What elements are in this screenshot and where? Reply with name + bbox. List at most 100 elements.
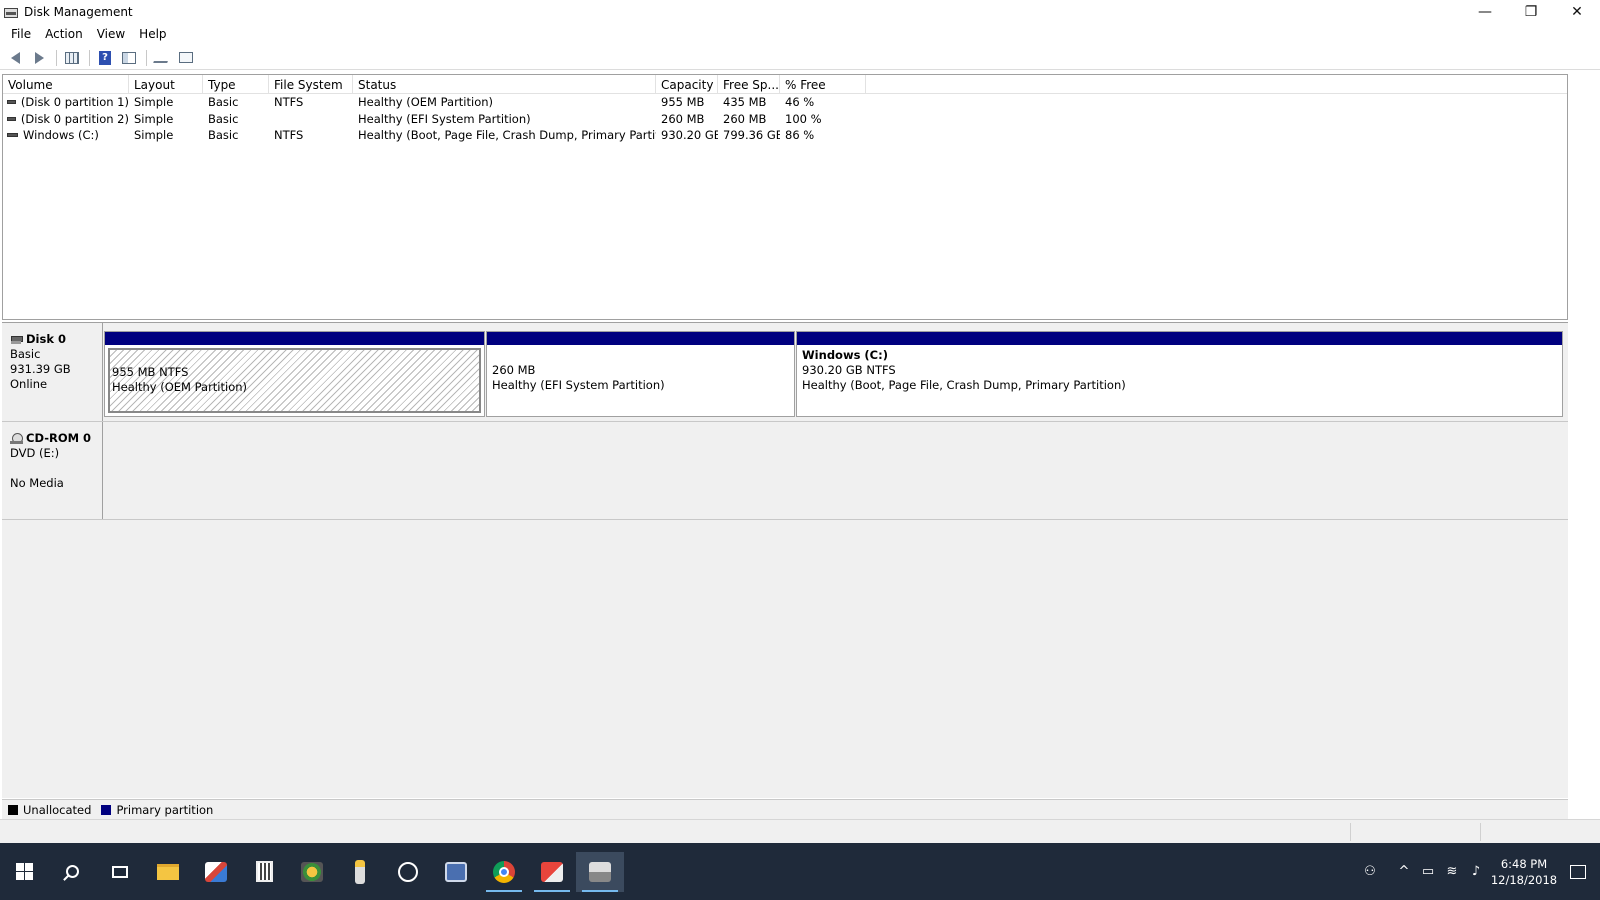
app-button[interactable] — [432, 852, 480, 892]
column-header-layout[interactable]: Layout — [129, 75, 203, 94]
restore-button[interactable]: ❐ — [1508, 0, 1554, 24]
help-button[interactable]: ? — [94, 48, 116, 68]
paint-button[interactable] — [192, 852, 240, 892]
partition-status: Healthy (Boot, Page File, Crash Dump, Pr… — [802, 378, 1126, 392]
column-header-percent-free[interactable]: % Free — [780, 75, 866, 94]
volume-name: (Disk 0 partition 1) — [20, 95, 129, 110]
layout-cell: Simple — [134, 128, 174, 143]
toolbar-separator — [146, 49, 147, 66]
wifi-icon[interactable]: ≋ — [1440, 852, 1464, 892]
legend: Unallocated Primary partition — [2, 799, 1568, 819]
search-button[interactable] — [48, 852, 96, 892]
cdrom-0-row: CD-ROM 0 DVD (E:) No Media — [2, 422, 1568, 520]
cd-rom-icon — [10, 432, 24, 445]
task-view-icon — [112, 865, 128, 878]
forward-button[interactable] — [28, 48, 50, 68]
disk-list-icon — [65, 51, 79, 64]
window-controls: — ❐ ✕ — [1462, 0, 1600, 24]
percent-free-cell: 86 % — [785, 128, 815, 143]
disk-list-button[interactable] — [61, 48, 83, 68]
capacity-cell: 260 MB — [661, 111, 705, 126]
running-indicator — [534, 889, 570, 892]
partition-title: Windows (C:) — [802, 348, 888, 362]
menu-help[interactable]: Help — [132, 27, 173, 41]
clock-time: 6:48 PM — [1500, 856, 1548, 871]
connect-icon — [153, 52, 171, 63]
table-row[interactable]: (Disk 0 partition 2) Simple Basic Health… — [3, 111, 1567, 128]
disk-0-label[interactable]: Disk 0 Basic 931.39 GB Online — [2, 323, 103, 421]
disk-size — [10, 461, 102, 476]
file-explorer-button[interactable] — [144, 852, 192, 892]
percent-free-cell: 100 % — [785, 111, 822, 126]
menu-file[interactable]: File — [4, 27, 38, 41]
column-header-free-space[interactable]: Free Sp... — [718, 75, 780, 94]
app-icon — [445, 861, 467, 882]
disk-name: CD-ROM 0 — [10, 431, 102, 446]
forward-icon — [34, 51, 44, 64]
table-row[interactable]: Windows (C:) Simple Basic NTFS Healthy (… — [3, 127, 1567, 144]
volume-icon[interactable]: ♪ — [1464, 852, 1488, 892]
partition-status: Healthy (OEM Partition) — [112, 380, 248, 394]
table-row[interactable]: (Disk 0 partition 1) Simple Basic NTFS H… — [3, 94, 1567, 111]
start-button[interactable] — [0, 852, 48, 892]
disk-graphical-view: Disk 0 Basic 931.39 GB Online 955 MB NTF… — [2, 322, 1568, 798]
app-icon — [355, 859, 365, 884]
alarms-button[interactable] — [384, 852, 432, 892]
paint-icon — [205, 861, 227, 882]
connect-button[interactable] — [151, 48, 173, 68]
chrome-button[interactable] — [480, 852, 528, 892]
volume-list: Volume Layout Type File System Status Ca… — [2, 74, 1568, 320]
legend-swatch — [101, 804, 112, 815]
app-button[interactable] — [336, 852, 384, 892]
volume-cell: (Disk 0 partition 1) — [3, 95, 129, 109]
partition-efi[interactable]: 260 MB Healthy (EFI System Partition) — [486, 331, 795, 417]
calculator-button[interactable] — [240, 852, 288, 892]
minimize-button[interactable]: — — [1462, 0, 1508, 24]
people-icon[interactable]: ⚇ — [1358, 852, 1382, 892]
disk-state: No Media — [10, 476, 64, 490]
status-bar — [0, 819, 1600, 843]
column-header-type[interactable]: Type — [203, 75, 269, 94]
column-header-status[interactable]: Status — [353, 75, 656, 94]
disk-size: 931.39 GB — [10, 362, 71, 376]
volume-icon — [7, 100, 16, 105]
free-space-cell: 260 MB — [723, 111, 767, 126]
cdrom-0-label[interactable]: CD-ROM 0 DVD (E:) No Media — [2, 422, 103, 519]
type-cell: Basic — [208, 128, 239, 143]
taskbar-clock[interactable]: 6:48 PM 12/18/2018 — [1488, 856, 1560, 888]
hard-disk-icon — [10, 335, 24, 345]
menu-view[interactable]: View — [90, 27, 132, 41]
type-cell: Basic — [208, 111, 239, 126]
view-panel-button[interactable] — [118, 48, 140, 68]
percent-free-cell: 46 % — [785, 95, 815, 110]
column-header-file-system[interactable]: File System — [269, 75, 353, 94]
column-header-capacity[interactable]: Capacity — [656, 75, 718, 94]
chevron-up-icon[interactable]: ^ — [1392, 852, 1416, 892]
toolbar-separator — [56, 49, 57, 66]
app-button[interactable] — [288, 852, 336, 892]
free-space-cell: 435 MB — [723, 95, 767, 110]
system-tray: ⚇ ^ ▭ ≋ ♪ 6:48 PM 12/18/2018 — [1358, 843, 1600, 900]
partition-bar — [797, 332, 1562, 345]
properties-button[interactable] — [175, 48, 197, 68]
battery-icon[interactable]: ▭ — [1416, 852, 1440, 892]
task-view-button[interactable] — [96, 852, 144, 892]
notification-icon[interactable] — [1570, 864, 1586, 879]
column-header-volume[interactable]: Volume — [3, 75, 129, 94]
close-button[interactable]: ✕ — [1554, 0, 1600, 24]
partition-size: 260 MB — [492, 363, 536, 377]
clock-date: 12/18/2018 — [1490, 872, 1558, 887]
disk-management-taskbar-button[interactable] — [576, 851, 624, 892]
status-cell: Healthy (EFI System Partition) — [358, 111, 531, 126]
app-button[interactable] — [528, 852, 576, 892]
partition-oem[interactable]: 955 MB NTFS Healthy (OEM Partition) — [104, 331, 485, 417]
partition-status: Healthy (EFI System Partition) — [492, 378, 665, 392]
title-bar: Disk Management — ❐ ✕ — [0, 0, 1600, 24]
legend-item-primary: Primary partition — [101, 803, 213, 817]
layout-cell: Simple — [134, 95, 174, 110]
back-button[interactable] — [4, 48, 26, 68]
disk-type: DVD (E:) — [10, 446, 60, 460]
menu-action[interactable]: Action — [38, 27, 90, 41]
calculator-icon — [255, 861, 273, 882]
partition-windows-c[interactable]: Windows (C:) 930.20 GB NTFS Healthy (Boo… — [796, 331, 1563, 417]
